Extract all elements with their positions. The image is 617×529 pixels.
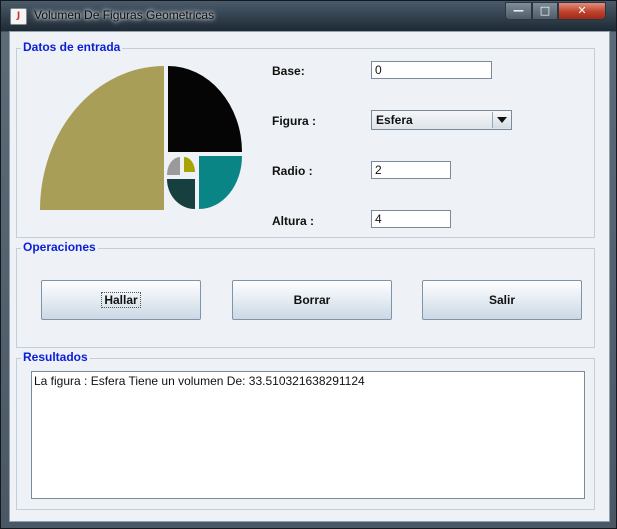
- chevron-down-icon[interactable]: [492, 112, 510, 128]
- figura-label: Figura :: [272, 114, 316, 128]
- logo-teal-quarter: [199, 156, 242, 209]
- window-title: Volumen De Figuras Geometricas: [34, 8, 215, 22]
- maximize-button[interactable]: □: [532, 2, 558, 20]
- hallar-button[interactable]: Hallar: [41, 280, 201, 320]
- borrar-button[interactable]: Borrar: [232, 280, 392, 320]
- radio-label: Radio :: [272, 164, 313, 178]
- altura-input[interactable]: 4: [371, 210, 451, 228]
- resultados-textarea[interactable]: La figura : Esfera Tiene un volumen De: …: [31, 371, 585, 499]
- salir-button-label: Salir: [488, 293, 515, 307]
- borrar-button-label: Borrar: [293, 293, 331, 307]
- altura-label: Altura :: [272, 214, 314, 228]
- base-label: Base:: [272, 64, 305, 78]
- maximize-icon: □: [539, 4, 551, 17]
- minimize-button[interactable]: —: [505, 2, 532, 20]
- hallar-button-label: Hallar: [101, 292, 141, 308]
- golden-spiral-figure: [40, 66, 242, 210]
- operaciones-title: Operaciones: [21, 240, 98, 254]
- title-bar[interactable]: J Volumen De Figuras Geometricas — □ ✕: [1, 1, 616, 31]
- resultados-text: La figura : Esfera Tiene un volumen De: …: [34, 374, 365, 388]
- figura-select[interactable]: Esfera: [371, 110, 512, 130]
- figura-selected-value: Esfera: [376, 113, 413, 127]
- java-icon[interactable]: J: [10, 8, 27, 25]
- minimize-icon: —: [513, 4, 524, 17]
- close-icon: ✕: [577, 4, 587, 17]
- logo-black-quarter: [168, 66, 242, 152]
- logo-gray-quarter: [167, 157, 180, 175]
- logo-dark-teal-quarter: [167, 179, 195, 209]
- base-input[interactable]: 0: [371, 61, 492, 79]
- logo-olive-quarter: [40, 66, 164, 210]
- datos-entrada-title: Datos de entrada: [21, 40, 123, 54]
- logo-yellow-quarter: [184, 157, 195, 172]
- salir-button[interactable]: Salir: [422, 280, 582, 320]
- radio-input[interactable]: 2: [371, 161, 451, 179]
- resultados-title: Resultados: [21, 350, 90, 364]
- close-button[interactable]: ✕: [558, 2, 606, 20]
